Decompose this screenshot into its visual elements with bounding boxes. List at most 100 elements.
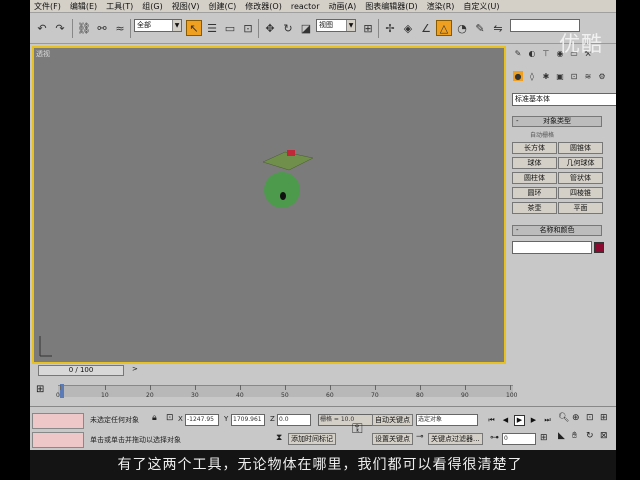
torus-button[interactable]: 圆环 [512,187,557,199]
cone-button[interactable]: 圆锥体 [558,142,603,154]
unlink-icon[interactable]: ⚯ [94,20,110,36]
cameras-icon[interactable]: ▣ [555,71,565,81]
tube-button[interactable]: 管状体 [558,172,603,184]
auto-key-button[interactable]: 自动关键点 [372,414,413,426]
next-frame-button-icon[interactable]: ▶ [528,415,539,426]
menu-edit[interactable]: 编辑(E) [70,1,97,12]
add-time-tag-button[interactable]: 添加时间标记 [288,433,336,445]
menu-tools[interactable]: 工具(T) [106,1,133,12]
pan-icon[interactable]: ✋︎ [572,431,577,441]
helpers-icon[interactable]: ⊡ [569,71,579,81]
menu-rendering[interactable]: 渲染(R) [427,1,455,12]
box-button[interactable]: 长方体 [512,142,557,154]
move-icon[interactable]: ✥ [262,20,278,36]
spacewarps-icon[interactable]: ≋ [583,71,593,81]
zoom-extents-all-icon[interactable]: ⊞ [600,413,608,423]
key-filters-button[interactable]: 关键点过滤器... [428,433,483,445]
key-icon[interactable]: ⚿ [352,421,363,437]
curve-editor-icon[interactable]: ⊞ [36,384,50,396]
menu-customize[interactable]: 自定义(U) [463,1,499,12]
absolute-mode-icon[interactable]: ⊡ [166,413,174,423]
object-color-swatch[interactable] [594,242,604,253]
z-coordinate-field[interactable]: 0.0 [277,414,311,426]
sphere-button[interactable]: 球体 [512,157,557,169]
cylinder-button[interactable]: 圆柱体 [512,172,557,184]
time-config-icon[interactable]: ⊞ [540,433,548,443]
window-crossing-icon[interactable]: ⊡ [240,20,256,36]
status-bar: 未选定任何对象 🔒︎ ⊡ X -1247.95 Y 1709.961 Z 0.0… [30,406,616,450]
select-by-name-icon[interactable]: ☰ [204,20,220,36]
systems-icon[interactable]: ⚙ [597,71,607,81]
y-coordinate-field[interactable]: 1709.961 [231,414,265,426]
zoom-icon[interactable]: 🔍︎ [558,413,569,423]
geometry-icon[interactable]: ● [513,71,523,81]
next-frame-icon[interactable]: > [132,365,142,376]
create-tab-icon[interactable]: ✎ [513,48,523,58]
time-slider[interactable]: 0 / 100 > [32,364,506,378]
pivot-center-icon[interactable]: ⊞ [360,20,376,36]
teapot-button[interactable]: 茶壶 [512,202,557,214]
reference-coordinate-dropdown[interactable]: 视图 ▼ [316,19,356,32]
key-mode-toggle-icon[interactable]: ⊶ [490,433,499,443]
x-coordinate-field[interactable]: -1247.95 [185,414,219,426]
current-frame-field[interactable]: 0 [502,433,536,445]
hierarchy-tab-icon[interactable]: ⊤ [541,48,551,58]
menu-group[interactable]: 组(G) [142,1,162,12]
mirror-icon[interactable]: ⇋ [490,20,506,36]
autogrid-checkbox[interactable]: 自动栅格 [530,130,554,139]
menu-create[interactable]: 创建(C) [208,1,236,12]
menu-modifiers[interactable]: 修改器(O) [245,1,282,12]
bind-spacewarp-icon[interactable]: ≈ [112,20,128,36]
time-tag-icon[interactable]: ⧗ [276,433,282,443]
select-object-icon[interactable]: ↖ [186,20,202,36]
undo-icon[interactable]: ↶ [34,20,50,36]
goto-end-icon[interactable]: ⏭ [542,415,553,426]
play-icon[interactable]: ▶ [514,415,525,426]
percent-snap-icon[interactable]: △ [436,20,452,36]
modify-tab-icon[interactable]: ◐ [527,48,537,58]
menu-animation[interactable]: 动画(A) [328,1,356,12]
track-bar[interactable]: ⊞ 0 10 20 30 40 50 60 70 80 90 100 [30,380,616,406]
fov-icon[interactable]: ◣ [558,431,565,441]
lights-icon[interactable]: ✱ [541,71,551,81]
scale-icon[interactable]: ◪ [298,20,314,36]
arc-rotate-icon[interactable]: ↻ [586,431,594,441]
key-selection-dropdown[interactable]: 选定对象 [416,414,478,426]
key-mode-icon[interactable]: ⊸ [416,432,424,442]
named-selection-icon[interactable]: ✎ [472,20,488,36]
shapes-icon[interactable]: ◊ [527,71,537,81]
rotate-icon[interactable]: ↻ [280,20,296,36]
selection-filter-dropdown[interactable]: 全部 ▼ [134,19,182,32]
rect-selection-icon[interactable]: ▭ [222,20,238,36]
menu-file[interactable]: 文件(F) [34,1,61,12]
pyramid-button[interactable]: 四棱锥 [558,187,603,199]
spinner-snap-icon[interactable]: ◔ [454,20,470,36]
plane-button[interactable]: 平面 [558,202,603,214]
zoom-all-icon[interactable]: ⊕ [572,413,580,423]
primitive-category-dropdown[interactable]: 标准基本体 ▼ [512,93,616,106]
menu-graph-editors[interactable]: 图表编辑器(D) [365,1,417,12]
redo-icon[interactable]: ↷ [52,20,68,36]
snap-3d-icon[interactable]: ◈ [400,20,416,36]
zoom-extents-icon[interactable]: ⊡ [586,413,594,423]
maxscript-output-field[interactable] [32,432,84,448]
object-type-rollout[interactable]: - 对象类型 [512,116,602,127]
prev-frame-icon[interactable]: ◀ [500,415,511,426]
goto-start-icon[interactable]: ⏮ [486,415,497,426]
object-name-field[interactable] [512,241,592,254]
maximize-viewport-icon[interactable]: ⊠ [600,431,608,441]
time-slider-thumb[interactable]: 0 / 100 [38,365,124,376]
maxscript-listener-field[interactable] [32,413,84,429]
manipulate-icon[interactable]: ✢ [382,20,398,36]
set-key-button[interactable]: 设置关键点 [372,433,413,445]
menu-view[interactable]: 视图(V) [172,1,200,12]
name-color-rollout[interactable]: - 名称和颜色 [512,225,602,236]
geosphere-button[interactable]: 几何球体 [558,157,603,169]
select-link-icon[interactable]: ⛓ [76,20,92,36]
angle-snap-icon[interactable]: ∠ [418,20,434,36]
viewport-label[interactable]: 透视 [36,49,50,59]
key-selection-value: 选定对象 [418,416,443,423]
lock-selection-icon[interactable]: 🔒︎ [152,413,157,423]
perspective-viewport[interactable]: 透视 [32,46,506,364]
menu-reactor[interactable]: reactor [291,2,320,11]
